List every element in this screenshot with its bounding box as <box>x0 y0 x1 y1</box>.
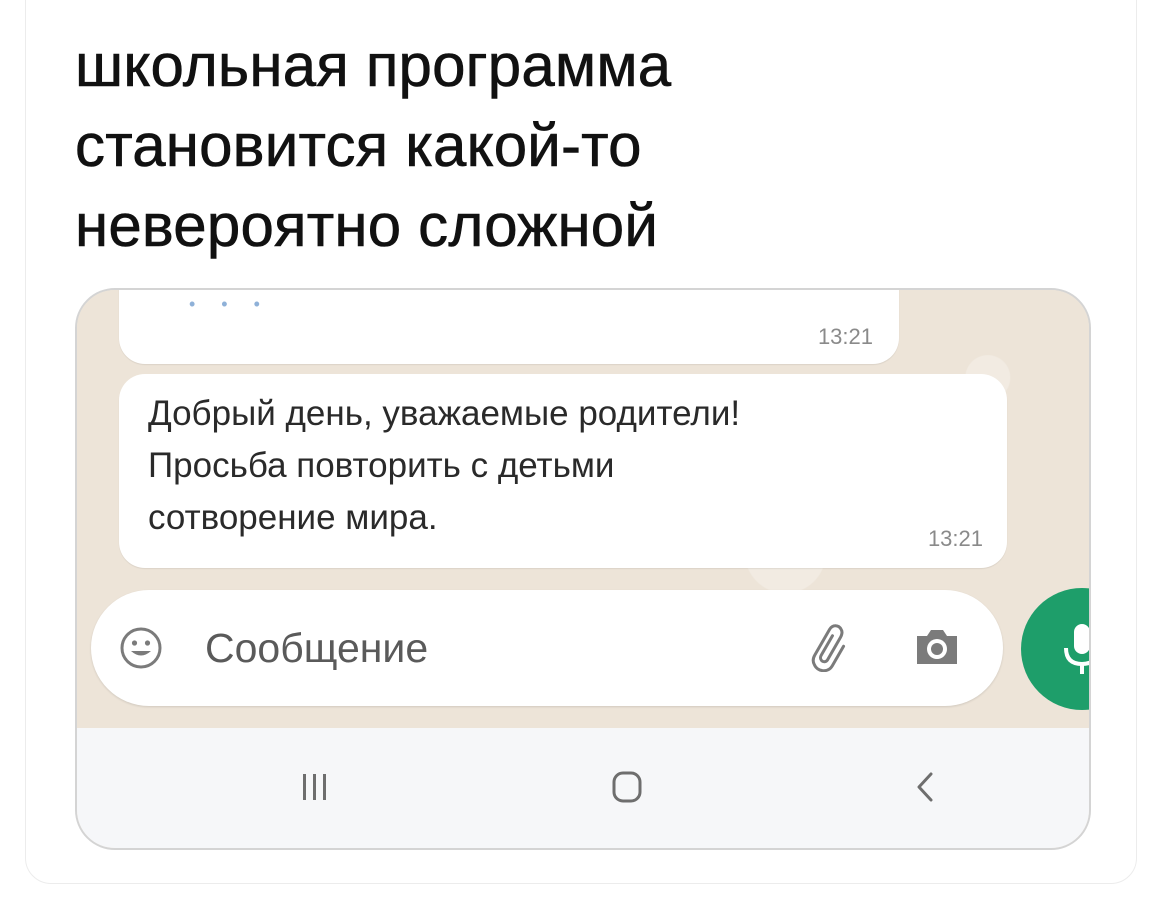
camera-icon[interactable] <box>913 626 961 668</box>
truncated-text-icon: ••• <box>189 294 286 314</box>
message-time: 13:21 <box>927 526 983 551</box>
recent-apps-icon[interactable] <box>285 768 345 808</box>
caption-line-1: школьная программа <box>75 32 672 100</box>
emoji-icon[interactable] <box>119 626 163 670</box>
post-caption: школьная программа становится какой-то н… <box>75 26 975 266</box>
paperclip-icon[interactable] <box>803 620 855 672</box>
caption-line-2: становится какой-то <box>75 112 642 180</box>
voice-record-button[interactable] <box>1021 588 1089 710</box>
back-icon[interactable] <box>895 768 955 808</box>
message-time: 13:21 <box>817 324 873 349</box>
caption-line-3: невероятно сложной <box>75 192 659 260</box>
microphone-icon <box>1064 624 1089 674</box>
message-text: Добрый день, уважаемые родители! Просьба… <box>148 394 741 537</box>
message-input[interactable] <box>205 618 765 678</box>
message-composer <box>91 590 1003 706</box>
home-icon[interactable] <box>597 768 657 808</box>
system-navigation-bar <box>77 728 1089 848</box>
previous-message-bubble[interactable]: ••• 13:21 <box>119 290 899 364</box>
incoming-message-bubble[interactable]: Добрый день, уважаемые родители! Просьба… <box>119 374 1007 568</box>
chat-screenshot: ••• 13:21 Добрый день, уважаемые родител… <box>75 288 1091 850</box>
chat-background: ••• 13:21 Добрый день, уважаемые родител… <box>77 290 1089 728</box>
